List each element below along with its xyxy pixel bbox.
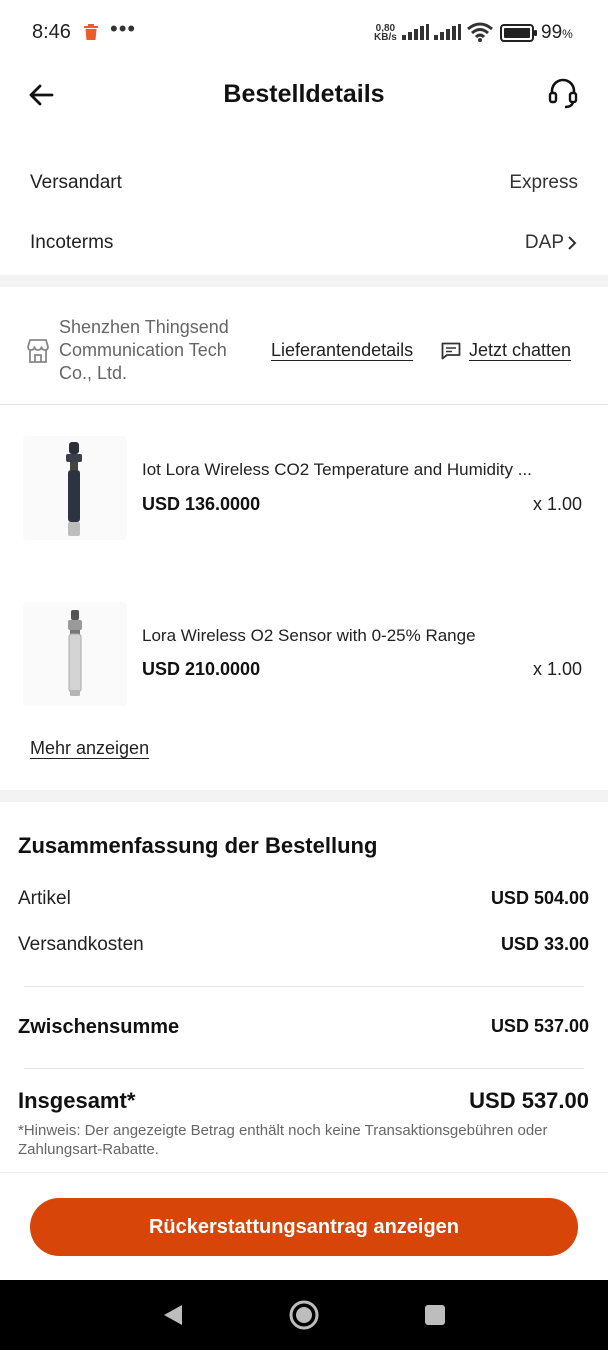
shipping-cost-label: Versandkosten (18, 934, 144, 955)
shipping-method-label: Versandart (30, 172, 122, 193)
grand-total-label: Insgesamt* (18, 1088, 136, 1113)
section-divider (0, 275, 608, 287)
customer-support-headset-icon[interactable] (546, 76, 580, 110)
incoterms-row[interactable]: Incoterms DAP (30, 232, 578, 262)
section-divider-2 (0, 790, 608, 802)
app-header: Bestelldetails (0, 64, 608, 124)
shipping-method-value: Express (509, 172, 578, 193)
shipping-cost-value: USD 33.00 (500, 934, 589, 954)
product-image-1[interactable] (23, 436, 127, 540)
show-more-link[interactable]: Mehr anzeigen (30, 738, 149, 759)
battery-percent-unit: % (562, 27, 573, 41)
battery-icon (500, 24, 537, 42)
signal-icon (402, 24, 429, 40)
more-notifications-icon: ••• (110, 16, 137, 41)
supplier-details-link[interactable]: Lieferantendetails (271, 340, 413, 361)
summary-divider (24, 986, 584, 987)
subtotal-label: Zwischensumme (18, 1016, 180, 1038)
product-title-2[interactable]: Lora Wireless O2 Sensor with 0-25% Range (142, 626, 476, 646)
trash-notification-icon (84, 24, 98, 40)
product-quantity-2: x 1.00 (532, 659, 582, 679)
product-price-1: USD 136.0000 (142, 494, 261, 514)
incoterms-label: Incoterms (30, 232, 114, 253)
supplier-divider (0, 404, 608, 405)
nav-recents-icon[interactable] (424, 1304, 446, 1326)
view-refund-request-button[interactable]: Rückerstattungsantrag anzeigen (30, 1198, 578, 1256)
summary-divider-2 (24, 1068, 584, 1069)
status-time: 8:46 (32, 21, 71, 43)
system-navigation-bar (0, 1280, 608, 1350)
nav-home-icon[interactable] (288, 1299, 320, 1331)
network-speed: 0,80 KB/s (374, 24, 397, 43)
order-summary-title: Zusammenfassung der Bestellung (18, 833, 378, 858)
chat-message-icon[interactable] (441, 342, 461, 360)
product-quantity-1: x 1.00 (532, 494, 582, 514)
subtotal-value: USD 537.00 (490, 1016, 589, 1036)
battery-percent-value: 99 (541, 22, 563, 43)
product-image-2[interactable] (23, 602, 127, 706)
nav-back-icon[interactable] (162, 1303, 184, 1327)
items-label: Artikel (18, 888, 71, 909)
items-value: USD 504.00 (490, 888, 589, 908)
supplier-name[interactable]: Shenzhen Thingsend Communication Tech Co… (59, 316, 259, 385)
o2-sensor-image (68, 610, 82, 696)
network-speed-unit: KB/s (374, 32, 397, 43)
page-title: Bestelldetails (223, 80, 385, 108)
shipping-method-row: Versandart Express (30, 172, 578, 202)
chat-now-link[interactable]: Jetzt chatten (469, 340, 571, 361)
fee-note: *Hinweis: Der angezeigte Betrag enthält … (18, 1122, 548, 1158)
chevron-right-icon (568, 236, 577, 250)
co2-sensor-image (66, 442, 82, 536)
incoterms-value[interactable]: DAP (525, 232, 578, 254)
signal-icon-2 (434, 24, 461, 40)
wifi-icon (467, 22, 493, 42)
battery-percent: 99% (541, 22, 573, 44)
product-price-2: USD 210.0000 (142, 659, 261, 679)
incoterms-value-text: DAP (524, 232, 564, 253)
grand-total-value: USD 537.00 (469, 1088, 589, 1113)
product-title-1[interactable]: Iot Lora Wireless CO2 Temperature and Hu… (142, 460, 532, 480)
status-bar: 8:46 ••• 0,80 KB/s 99% (0, 0, 608, 64)
store-icon (27, 339, 49, 363)
